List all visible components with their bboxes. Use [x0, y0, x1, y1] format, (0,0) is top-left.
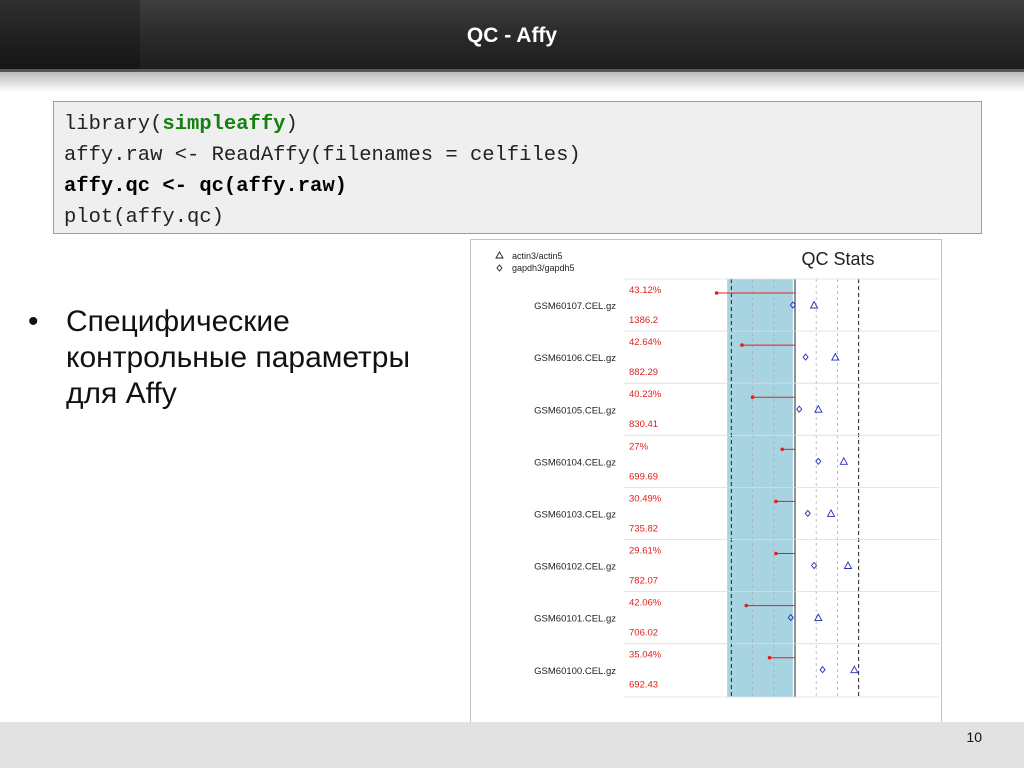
- percent-present-label: 42.64%: [629, 337, 662, 348]
- background-label: 735.82: [629, 523, 658, 534]
- code-line-2: affy.raw <- ReadAffy(filenames = celfile…: [64, 144, 581, 167]
- qc-stats-plot: QC Stats actin3/actin5 gapdh3/gapdh5 GSM601…: [495, 249, 939, 746]
- percent-present-label: 42.06%: [629, 598, 662, 609]
- scale-factor-band: [727, 279, 793, 697]
- background-label: 782.07: [629, 576, 658, 587]
- gapdh-ratio-point: [796, 405, 803, 413]
- percent-present-label: 29.61%: [629, 546, 662, 557]
- title-shadow: [0, 72, 1024, 92]
- sample-label: GSM60103.CEL.gz: [534, 509, 616, 520]
- percent-present-label: 40.23%: [629, 389, 662, 400]
- scale-factor-point: [774, 551, 778, 556]
- percent-present-label: 30.49%: [629, 493, 662, 504]
- percent-present-label: 35.04%: [629, 650, 662, 661]
- actin-ratio-point: [850, 665, 859, 674]
- gapdh-ratio-point: [804, 509, 811, 518]
- bullet-dot-icon: •: [28, 305, 39, 338]
- background-label: 692.43: [629, 680, 658, 691]
- bullet-item: • Специфические контрольные параметры для…: [28, 304, 468, 412]
- title-bar: QC - Affy: [0, 0, 1024, 72]
- background-label: 1386.2: [629, 315, 658, 326]
- code-line-4: plot(affy.qc): [64, 206, 224, 229]
- page-number: 10: [966, 729, 982, 745]
- legend-diamond-icon: [496, 264, 503, 272]
- code-text: ): [285, 113, 298, 136]
- background-label: 830.41: [629, 419, 658, 430]
- percent-present-label: 27%: [629, 441, 649, 452]
- scale-factor-point: [750, 395, 755, 399]
- background-label: 699.69: [629, 471, 658, 482]
- code-keyword: simpleaffy: [162, 113, 286, 136]
- percent-present-label: 43.12%: [629, 285, 662, 296]
- scale-factor-point: [740, 343, 744, 347]
- background-label: 706.02: [629, 628, 658, 639]
- legend-triangle-icon: [495, 251, 504, 259]
- bullet-text: Специфические контрольные параметры для …: [66, 305, 411, 410]
- actin-ratio-point: [826, 508, 836, 517]
- footer-bar: [0, 722, 1024, 768]
- code-block: library(simpleaffy) affy.raw <- ReadAffy…: [53, 101, 982, 234]
- sample-label: GSM60101.CEL.gz: [534, 614, 616, 625]
- bullet-list: • Специфические контрольные параметры для…: [28, 304, 468, 412]
- scale-factor-point: [767, 655, 772, 660]
- sample-label: GSM60105.CEL.gz: [534, 405, 616, 416]
- scale-factor-point: [774, 499, 778, 504]
- sample-label: GSM60100.CEL.gz: [534, 666, 616, 677]
- actin-ratio-point: [839, 456, 849, 465]
- sample-label: GSM60104.CEL.gz: [534, 457, 616, 468]
- sample-label: GSM60107.CEL.gz: [534, 301, 616, 312]
- scale-factor-point: [744, 603, 749, 608]
- code-line-1: library(simpleaffy): [64, 109, 971, 140]
- code-line-3: affy.qc <- qc(affy.raw): [64, 175, 347, 198]
- legend-label: gapdh3/gapdh5: [512, 263, 575, 273]
- scale-factor-point: [780, 447, 785, 452]
- gapdh-ratio-point: [802, 353, 809, 361]
- gapdh-ratio-point: [819, 665, 826, 674]
- qc-stats-chart: QC Stats actin3/actin5 gapdh3/gapdh5 GSM601…: [470, 239, 942, 747]
- legend-label: actin3/actin5: [512, 251, 563, 261]
- code-text: library(: [64, 113, 163, 136]
- actin-ratio-point: [843, 561, 853, 569]
- sample-label: GSM60106.CEL.gz: [534, 353, 616, 364]
- chart-title: QC Stats: [801, 249, 874, 269]
- scale-factor-point: [714, 291, 719, 295]
- background-label: 882.29: [629, 367, 658, 378]
- sample-label: GSM60102.CEL.gz: [534, 562, 616, 573]
- slide-title: QC - Affy: [466, 24, 558, 47]
